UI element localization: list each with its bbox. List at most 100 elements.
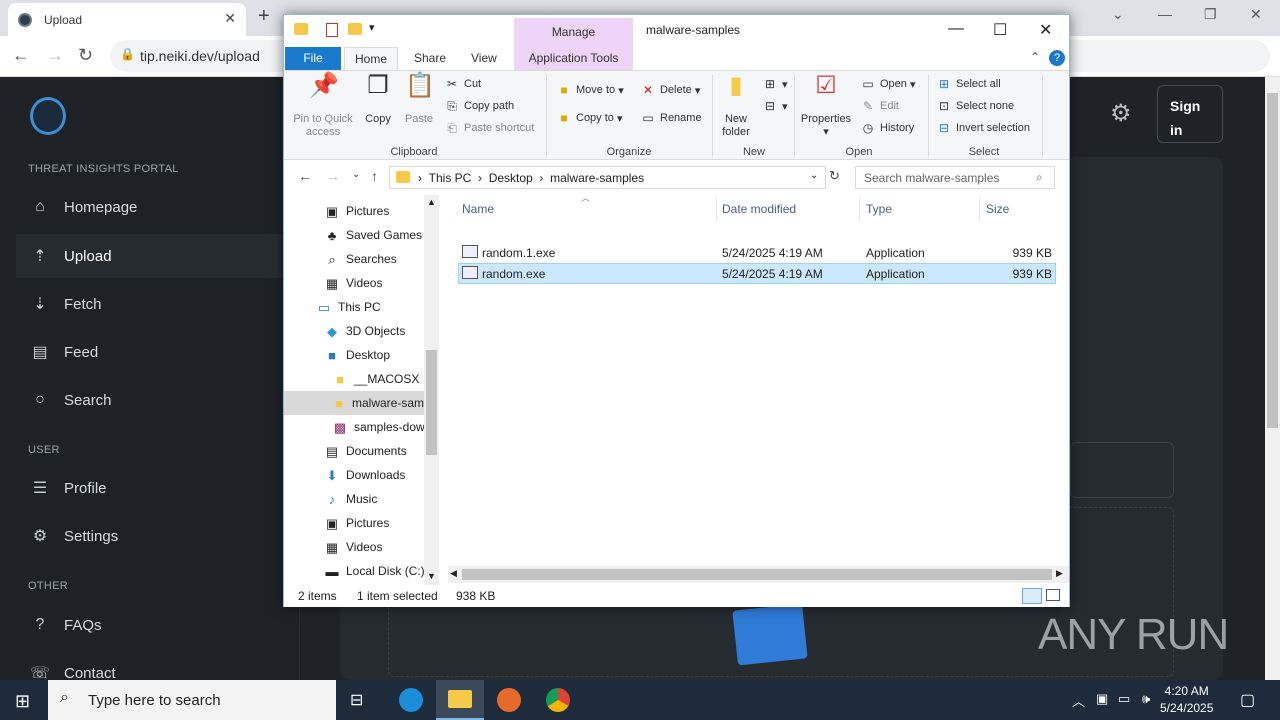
nav-faqs[interactable]: ? FAQs (16, 603, 296, 647)
notifications-icon[interactable]: ▢ (1240, 690, 1255, 710)
up-icon[interactable]: ↑ (371, 168, 378, 184)
back-icon[interactable]: ← (12, 45, 30, 66)
move-to-button[interactable]: ■ Move to ▾ (556, 83, 623, 97)
search-input[interactable]: Search malware-samples ⌕ (855, 166, 1055, 189)
scroll-up-icon[interactable]: ▲ (427, 197, 436, 207)
tree-item-selected[interactable]: ■ malware-sam (284, 391, 424, 415)
history-button[interactable]: ◷ History (860, 121, 914, 135)
copy-path-button[interactable]: ⎘ Copy path (444, 99, 514, 113)
divider[interactable] (979, 197, 980, 221)
tree-item[interactable]: ▬ Local Disk (C:) (324, 559, 425, 583)
details-view-icon[interactable] (1022, 588, 1042, 604)
column-size[interactable]: Size (986, 202, 1009, 216)
scrollbar-thumb[interactable] (462, 569, 1052, 580)
edge-icon[interactable] (399, 688, 423, 712)
nav-feed[interactable]: ▤ Feed (16, 330, 296, 374)
new-folder-button[interactable]: ▮ New folder (716, 74, 756, 139)
tab-share[interactable]: Share (404, 47, 456, 70)
paste-button[interactable]: 📋 Paste (402, 74, 436, 126)
volume-icon[interactable]: 🕪 (1142, 691, 1150, 707)
paste-shortcut-button[interactable]: ⎗ Paste shortcut (444, 121, 534, 135)
copy-button[interactable]: ❐ Copy (361, 74, 395, 126)
task-view-icon[interactable]: ⊟ (350, 690, 363, 710)
tab-file[interactable]: File (285, 47, 341, 70)
tree-item[interactable]: ▤ Documents (324, 439, 407, 463)
help-icon[interactable]: ? (1049, 50, 1065, 66)
minimize-icon[interactable]: — (948, 20, 964, 38)
invert-selection-button[interactable]: ⊟ Invert selection (936, 121, 1030, 135)
recent-dropdown-icon[interactable]: ⌄ (352, 169, 360, 180)
select-none-button[interactable]: ⊡ Select none (936, 99, 1014, 113)
large-icons-view-icon[interactable] (1046, 589, 1060, 601)
signin-button[interactable]: Sign in (1157, 85, 1223, 143)
scroll-right-icon[interactable]: ▶ (1056, 568, 1063, 579)
refresh-icon[interactable]: ↻ (829, 168, 840, 184)
path-desktop[interactable]: Desktop (489, 171, 533, 185)
back-icon[interactable]: ← (298, 168, 312, 184)
tree-item[interactable]: ▭ This PC (316, 295, 381, 319)
properties-button[interactable]: ☑ Properties ▾ (798, 74, 854, 139)
scrollbar-thumb[interactable] (1267, 93, 1278, 428)
divider[interactable] (716, 197, 717, 221)
tree-item[interactable]: ♪ Music (324, 487, 378, 511)
path-bar[interactable]: › This PC › Desktop › malware-samples ⌄ (389, 166, 826, 189)
close-icon[interactable]: ✕ (1039, 20, 1052, 40)
open-button[interactable]: ▭ Open ▾ (860, 77, 915, 91)
tab-view[interactable]: View (461, 47, 507, 70)
divider[interactable] (859, 197, 860, 221)
tree-item[interactable]: ▦ Videos (324, 271, 383, 295)
tree-item[interactable]: ⬇ Downloads (324, 463, 406, 487)
close-tab-icon[interactable]: ✕ (224, 10, 236, 27)
settings-gear-icon[interactable]: ⚙ (1110, 99, 1132, 128)
properties-qa-icon[interactable] (326, 23, 338, 37)
tree-item[interactable]: ◆ 3D Objects (324, 319, 405, 343)
restore-icon[interactable]: ❐ (1204, 6, 1217, 23)
path-malware-samples[interactable]: malware-samples (550, 171, 644, 185)
tray-chevron-icon[interactable]: ︿ (1072, 691, 1085, 710)
clock[interactable]: 4:20 AM 5/24/2025 (1160, 683, 1213, 717)
tree-item[interactable]: ■ Desktop (324, 343, 390, 367)
file-row[interactable]: random.1.exe 5/24/2025 4:19 AM Applicati… (458, 242, 1056, 263)
chrome-icon[interactable] (546, 688, 570, 712)
page-scrollbar[interactable] (1265, 77, 1280, 680)
tree-item[interactable]: ▩ samples-dow (332, 415, 425, 439)
windows-start-icon[interactable]: ⊞ (15, 691, 30, 712)
cut-button[interactable]: ✂ Cut (444, 77, 481, 91)
rename-button[interactable]: ▭ Rename (640, 111, 701, 125)
tree-item[interactable]: ⌕ Searches (324, 247, 396, 271)
tray-device-icon[interactable]: ▣ (1096, 691, 1108, 707)
nav-search[interactable]: ○ Search (16, 378, 296, 422)
scrollbar-thumb[interactable] (426, 350, 437, 455)
scroll-down-icon[interactable]: ▼ (427, 571, 436, 581)
forward-icon[interactable]: → (46, 45, 64, 66)
select-all-button[interactable]: ⊞ Select all (936, 77, 1001, 91)
nav-upload[interactable]: ⇡ Upload (16, 234, 296, 278)
new-folder-qa-icon[interactable] (348, 23, 362, 35)
path-dropdown-icon[interactable]: ⌄ (810, 170, 818, 181)
browser-tab[interactable]: Upload ✕ (8, 3, 246, 36)
forward-icon[interactable]: → (326, 168, 340, 184)
tab-home[interactable]: Home (344, 47, 399, 70)
new-tab-icon[interactable]: + (258, 5, 270, 28)
minimize-icon[interactable]: — (1158, 6, 1172, 22)
column-name[interactable]: Name (462, 202, 494, 216)
tree-item[interactable]: ▣ Pictures (324, 199, 390, 223)
edit-button[interactable]: ✎ Edit (860, 99, 899, 113)
nav-fetch[interactable]: ⇣ Fetch (16, 282, 296, 326)
delete-button[interactable]: ✕ Delete ▾ (640, 83, 700, 97)
tree-scrollbar[interactable]: ▲ ▼ (424, 195, 439, 585)
taskbar-search-input[interactable]: ⌕ Type here to search (48, 680, 336, 720)
path-this-pc[interactable]: This PC (429, 171, 472, 185)
nav-settings[interactable]: ⚙ Settings (16, 514, 296, 558)
qa-dropdown-icon[interactable]: ▾ (369, 21, 375, 34)
file-explorer-taskbar-button[interactable] (436, 680, 484, 720)
column-date-modified[interactable]: Date modified (722, 202, 796, 216)
horizontal-scrollbar[interactable]: ◀ ▶ (448, 566, 1069, 583)
tree-item[interactable]: ▣ Pictures (324, 511, 390, 535)
tree-item[interactable]: ■ __MACOSX (332, 367, 419, 391)
firefox-icon[interactable] (497, 688, 521, 712)
tree-item[interactable]: ♣ Saved Games (324, 223, 422, 247)
reload-icon[interactable]: ↻ (78, 45, 93, 66)
easy-access-button[interactable]: ⊟ ▾ (762, 99, 788, 113)
copy-to-button[interactable]: ■ Copy to ▾ (556, 111, 622, 125)
